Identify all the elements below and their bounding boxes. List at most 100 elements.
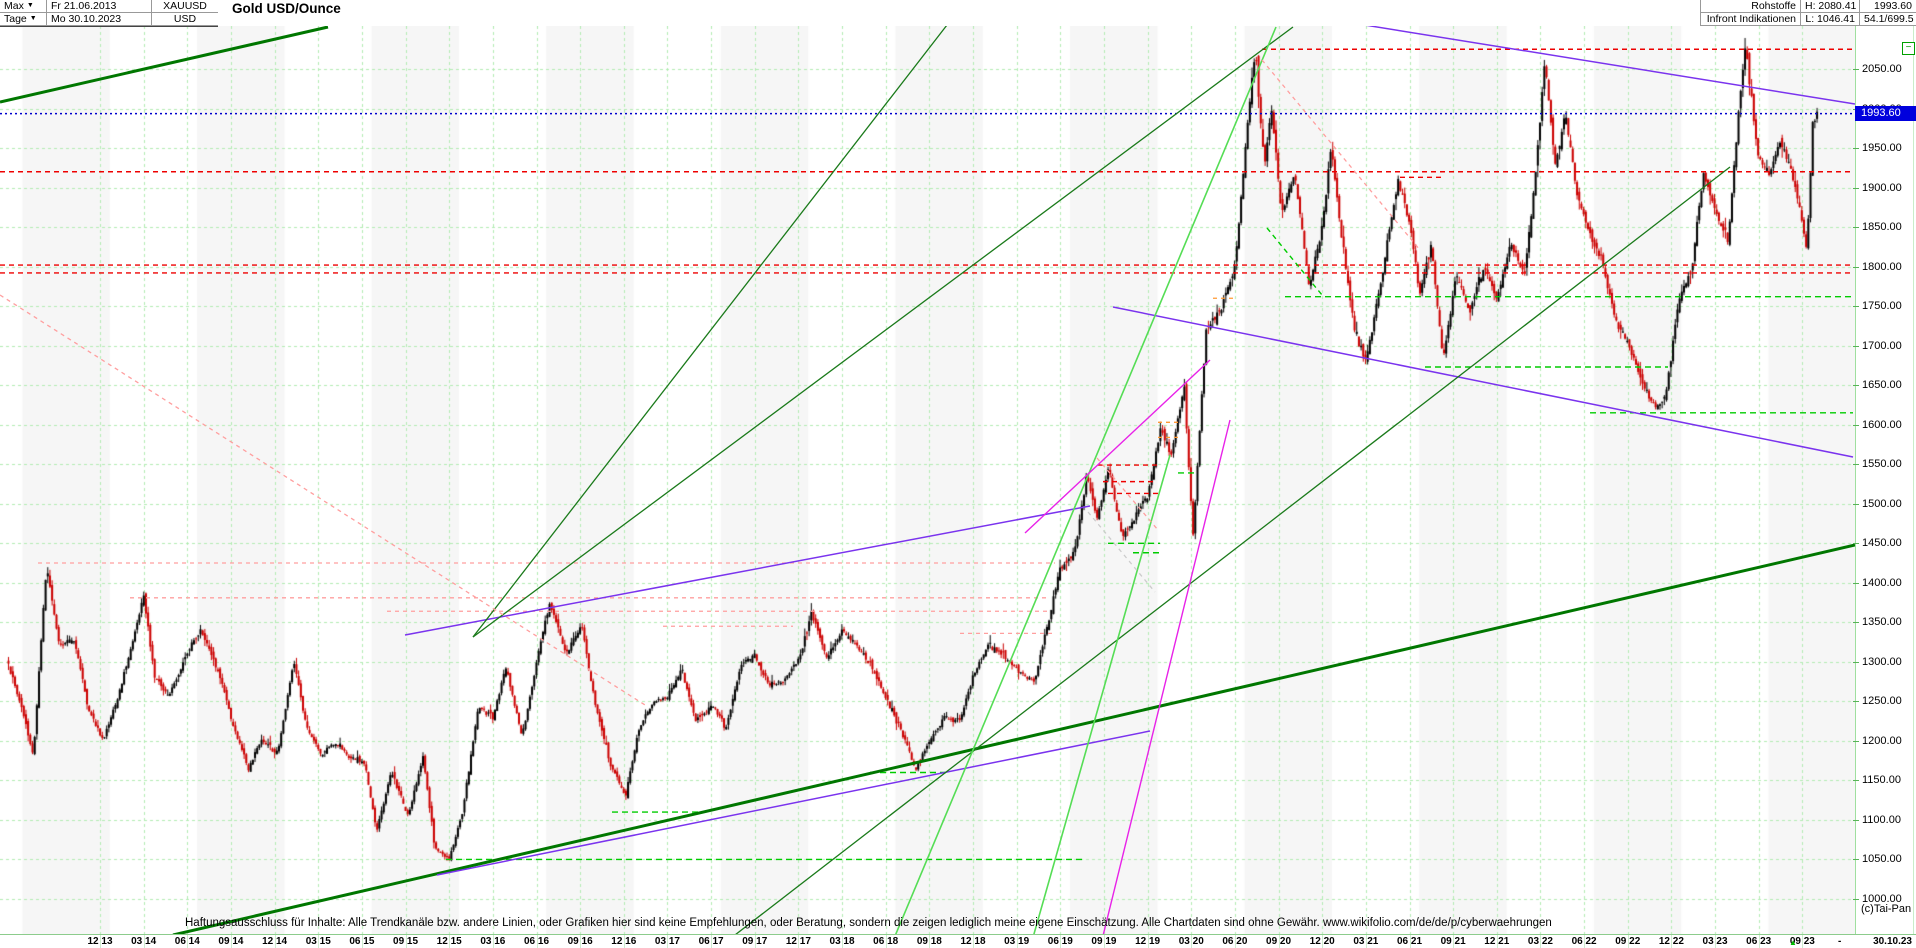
price-tick: [1853, 385, 1859, 387]
end-dash-label: -: [1838, 936, 1842, 947]
price-axis-label: 1950.00: [1862, 142, 1902, 155]
period-high-value: H: 2080.41: [1801, 0, 1859, 13]
range-dropdown[interactable]: Max ▼: [0, 0, 46, 13]
header-bar: Max ▼ Tage ▼ Fr 21.06.2013 Mo 30.10.2023…: [0, 0, 1916, 27]
time-axis-label: 09 17: [742, 936, 768, 947]
time-axis-label: 03 19: [1004, 936, 1030, 947]
last-price-badge: 1993.60: [1855, 106, 1916, 122]
time-axis[interactable]: 12 13 03 14 06 14 09 14 12 14 03 15 06 15 09 15…: [0, 934, 1916, 948]
last-price-value: 1993.60: [1860, 0, 1916, 13]
time-axis-label: 06 19: [1047, 936, 1073, 947]
price-candles-canvas[interactable]: [0, 26, 1855, 934]
time-axis-label: 03 14: [131, 936, 157, 947]
price-axis-label: 1350.00: [1862, 616, 1902, 629]
price-tick: [1853, 345, 1859, 347]
time-axis-label: 03 23: [1702, 936, 1728, 947]
disclaimer-text: Haftungsausschluss für Inhalte: Alle Tre…: [185, 917, 1552, 929]
time-axis-label: 06 18: [873, 936, 899, 947]
price-tick: [1853, 424, 1859, 426]
time-axis-label: 06 14: [174, 936, 200, 947]
time-axis-label: 12 21: [1484, 936, 1510, 947]
time-axis-label: 03 15: [305, 936, 331, 947]
time-axis-label: 09 21: [1440, 936, 1466, 947]
time-axis-label: 03 21: [1353, 936, 1379, 947]
price-axis-label: 2050.00: [1862, 63, 1902, 75]
time-axis-label: 09 14: [218, 936, 244, 947]
price-axis-label: 1800.00: [1862, 260, 1902, 273]
taipan-chart-window: 2050.002000.001950.001900.001850.001800.…: [0, 0, 1916, 948]
price-tick: [1853, 503, 1859, 505]
price-axis-label: 1900.00: [1862, 181, 1902, 194]
price-tick: [1853, 582, 1859, 584]
price-axis-label: 1850.00: [1862, 221, 1902, 234]
time-axis-label: 12 16: [611, 936, 637, 947]
time-axis-label: 09 19: [1091, 936, 1117, 947]
category-label: Rohstoffe: [1701, 0, 1800, 13]
price-axis-label: 1150.00: [1862, 774, 1901, 787]
price-axis-label: 1750.00: [1862, 300, 1902, 313]
time-axis-label: 06 16: [523, 936, 550, 947]
time-axis-label: 06 21: [1396, 936, 1423, 947]
price-tick: [1853, 187, 1859, 189]
start-date-field[interactable]: Fr 21.06.2013: [47, 0, 151, 13]
chevron-down-icon: ▼: [26, 2, 34, 9]
time-axis-label: 06 22: [1571, 936, 1597, 947]
price-tick: [1853, 227, 1859, 229]
price-axis-label: 1450.00: [1862, 537, 1902, 550]
currency-label: USD: [152, 13, 218, 26]
copyright-label: (c)Tai-Pan: [1861, 903, 1912, 915]
price-tick: [1853, 464, 1859, 466]
price-axis-label: 1300.00: [1862, 655, 1902, 668]
price-tick: [1853, 661, 1859, 663]
price-tick: [1853, 622, 1859, 624]
collapse-icon[interactable]: −: [1902, 42, 1915, 55]
provider-label: Infront Indikationen: [1701, 13, 1800, 26]
header-left-cells: Max ▼ Tage ▼ Fr 21.06.2013 Mo 30.10.2023…: [0, 0, 218, 27]
price-axis-label: 1050.00: [1862, 853, 1902, 866]
price-tick: [1853, 266, 1859, 268]
time-axis-label: 12 14: [262, 936, 288, 947]
instrument-title: Gold USD/Ounce: [232, 1, 341, 16]
time-axis-label: 12 19: [1135, 936, 1161, 947]
end-date-label: 30.10.23: [1873, 936, 1912, 947]
time-axis-label: 03 20: [1178, 936, 1204, 947]
price-tick: [1853, 306, 1859, 308]
time-axis-label: 12 20: [1309, 936, 1335, 947]
time-axis-label: 09 16: [567, 936, 593, 947]
header-right-cells: Rohstoffe Infront Indikationen H: 2080.4…: [1700, 0, 1916, 26]
chart-area[interactable]: 2050.002000.001950.001900.001850.001800.…: [0, 0, 1916, 948]
indication-value: 54.1/699.5: [1860, 13, 1916, 26]
period-low-value: L: 1046.41: [1801, 13, 1859, 26]
price-tick: [1853, 543, 1859, 545]
price-axis-label: 1250.00: [1862, 695, 1902, 708]
price-tick: [1853, 898, 1859, 900]
price-axis[interactable]: 2050.002000.001950.001900.001850.001800.…: [1853, 26, 1916, 934]
time-axis-label: 12 13: [87, 936, 113, 947]
time-axis-label: 12 22: [1658, 936, 1684, 947]
price-tick: [1853, 740, 1859, 742]
price-tick: [1853, 859, 1859, 861]
time-axis-label: 12 15: [436, 936, 462, 947]
price-axis-label: 1600.00: [1862, 418, 1902, 431]
price-axis-label: 1650.00: [1862, 379, 1902, 392]
time-axis-label: 12 18: [960, 936, 986, 947]
price-tick: [1853, 819, 1859, 821]
time-axis-label: 09 20: [1266, 936, 1292, 947]
chevron-down-icon: ▼: [29, 15, 37, 22]
time-axis-label: 06 20: [1222, 936, 1248, 947]
price-axis-label: 1500.00: [1862, 497, 1902, 510]
up-arrow-icon: ▲: [1789, 938, 1797, 947]
time-axis-label: 03 17: [654, 936, 680, 947]
price-axis-label: 1550.00: [1862, 458, 1902, 471]
time-axis-label: 03 16: [480, 936, 506, 947]
time-axis-label: 06 17: [698, 936, 724, 947]
time-axis-label: 12 17: [785, 936, 811, 947]
range-label: Max: [4, 0, 24, 12]
price-tick: [1853, 701, 1859, 703]
time-axis-label: 09 15: [393, 936, 419, 947]
time-axis-label: 06 15: [349, 936, 375, 947]
period-dropdown[interactable]: Tage ▼: [0, 13, 46, 26]
price-axis-label: 1100.00: [1862, 813, 1901, 826]
time-axis-label: 09 22: [1615, 936, 1641, 947]
end-date-field[interactable]: Mo 30.10.2023: [47, 13, 151, 26]
